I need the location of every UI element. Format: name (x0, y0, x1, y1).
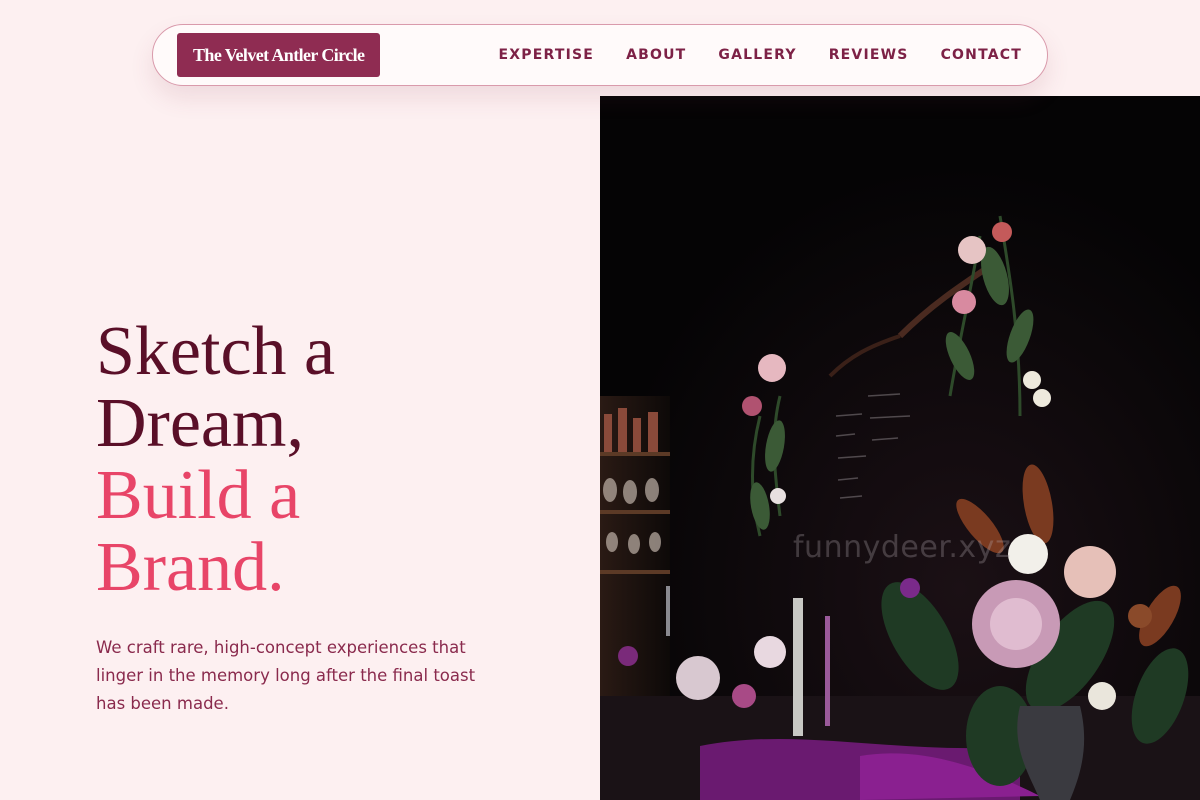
headline-line-2: Dream, (96, 385, 304, 462)
hero-text: Sketch a Dream, Build a Brand. We craft … (96, 316, 536, 718)
headline-line-4: Brand. (96, 529, 285, 606)
nav-link-reviews[interactable]: REVIEWS (829, 47, 909, 63)
headline-line-1: Sketch a (96, 313, 336, 390)
hero-subtext: We craft rare, high-concept experiences … (96, 638, 476, 713)
nav-link-about[interactable]: ABOUT (626, 47, 686, 63)
hero-floral-image: funnydeer.xyz (600, 96, 1200, 800)
top-navbar: The Velvet Antler Circle EXPERTISE ABOUT… (152, 24, 1048, 86)
nav-link-expertise[interactable]: EXPERTISE (499, 47, 595, 63)
floral-table-photo-icon (600, 96, 1200, 800)
hero-headline: Sketch a Dream, Build a Brand. (96, 316, 536, 604)
headline-line-3: Build a (96, 457, 301, 534)
nav-link-gallery[interactable]: GALLERY (718, 47, 796, 63)
brand-logo-button[interactable]: The Velvet Antler Circle (177, 33, 381, 77)
nav-link-contact[interactable]: CONTACT (941, 47, 1022, 63)
image-watermark: funnydeer.xyz (793, 530, 1012, 565)
nav-links: EXPERTISE ABOUT GALLERY REVIEWS CONTACT (499, 47, 1022, 63)
